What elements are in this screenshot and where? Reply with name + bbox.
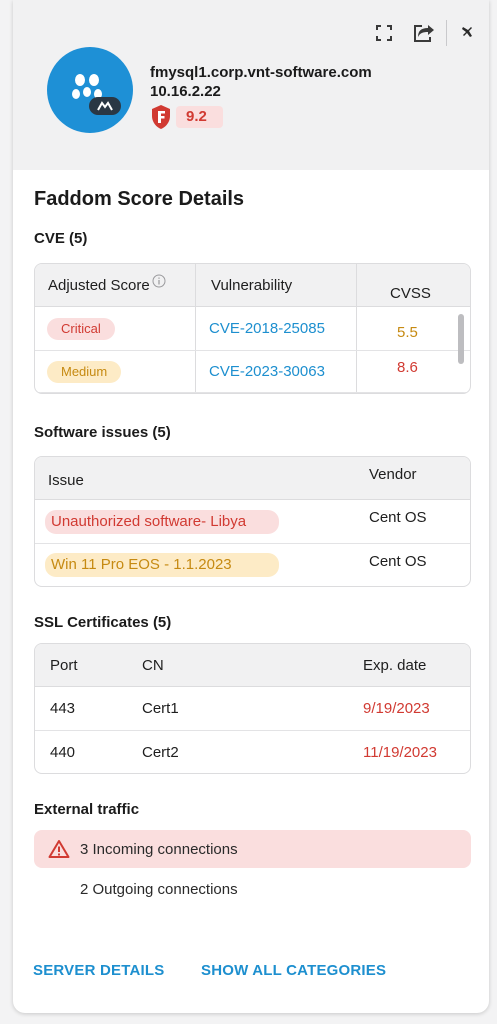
table-row[interactable]: 440 Cert2 11/19/2023 bbox=[35, 731, 470, 773]
ssl-title: SSL Certificates (5) bbox=[34, 614, 172, 631]
faddom-score: 9.2 bbox=[150, 104, 223, 130]
incoming-connections[interactable]: 3 Incoming connections bbox=[34, 830, 471, 868]
severity-badge: Critical bbox=[47, 317, 115, 340]
vulnerability-link[interactable]: CVE-2018-25085 bbox=[209, 307, 325, 350]
shield-f-icon bbox=[152, 105, 170, 129]
table-row[interactable]: 443 Cert1 9/19/2023 bbox=[35, 687, 470, 731]
info-icon[interactable] bbox=[152, 274, 166, 288]
col-cn[interactable]: CN bbox=[142, 644, 164, 686]
port-value: 443 bbox=[50, 700, 76, 717]
ssl-table: Port CN Exp. date 443 Cert1 9/19/2023 44… bbox=[34, 643, 471, 774]
traffic-title: External traffic bbox=[34, 801, 140, 818]
col-adjusted-score-label: Adjusted Score bbox=[48, 276, 150, 294]
ssl-table-header: Port CN Exp. date bbox=[35, 644, 470, 687]
server-details-link[interactable]: SERVER DETAILS bbox=[33, 962, 164, 979]
header-toolbar bbox=[364, 16, 489, 50]
cn-value: Cert1 bbox=[142, 700, 179, 717]
incoming-connections-label: 3 Incoming connections bbox=[80, 840, 238, 858]
server-avatar bbox=[47, 47, 133, 133]
table-row[interactable]: Unauthorized software- Libya Cent OS bbox=[35, 500, 470, 544]
port-value: 440 bbox=[50, 743, 76, 761]
table-row[interactable]: Win 11 Pro EOS - 1.1.2023 Cent OS bbox=[35, 544, 470, 586]
outgoing-connections[interactable]: 2 Outgoing connections bbox=[80, 881, 238, 898]
col-adjusted-score[interactable]: Adjusted Score bbox=[48, 264, 166, 306]
vulnerability-link[interactable]: CVE-2023-30063 bbox=[209, 351, 325, 392]
cve-table: Adjusted Score Vulnerability CVSS Critic… bbox=[34, 263, 471, 394]
vendor-value: Cent OS bbox=[369, 552, 427, 570]
table-row[interactable]: Medium CVE-2023-30063 8.6 bbox=[35, 351, 470, 393]
details-panel: fmysql1.corp.vnt-software.com 10.16.2.22… bbox=[13, 0, 489, 1013]
software-table: Issue Vendor Unauthorized software- Liby… bbox=[34, 456, 471, 587]
cvss-value: 8.6 bbox=[397, 359, 418, 376]
cve-title: CVE (5) bbox=[34, 230, 88, 247]
software-title: Software issues (5) bbox=[34, 424, 171, 441]
toolbar-divider bbox=[446, 20, 447, 46]
cve-table-header: Adjusted Score Vulnerability CVSS bbox=[35, 264, 470, 307]
col-issue[interactable]: Issue bbox=[48, 459, 84, 501]
exp-date-value: 11/19/2023 bbox=[363, 743, 437, 761]
col-vendor[interactable]: Vendor bbox=[369, 457, 417, 495]
software-table-header: Issue Vendor bbox=[35, 457, 470, 500]
table-row[interactable]: Critical CVE-2018-25085 5.5 bbox=[35, 307, 470, 351]
issue-badge: Unauthorized software- Libya bbox=[45, 509, 279, 534]
ip-address: 10.16.2.22 bbox=[150, 83, 221, 100]
issue-badge: Win 11 Pro EOS - 1.1.2023 bbox=[45, 553, 279, 577]
col-port[interactable]: Port bbox=[50, 644, 78, 686]
col-exp-date[interactable]: Exp. date bbox=[363, 644, 426, 686]
severity-badge: Medium bbox=[47, 360, 122, 383]
show-all-categories-link[interactable]: SHOW ALL CATEGORIES bbox=[201, 962, 386, 979]
pin-icon[interactable] bbox=[449, 16, 489, 50]
hostname: fmysql1.corp.vnt-software.com bbox=[150, 64, 372, 81]
score-value: 9.2 bbox=[176, 106, 223, 128]
warning-icon bbox=[48, 840, 70, 858]
server-badge-icon bbox=[89, 97, 121, 115]
page-title: Faddom Score Details bbox=[34, 188, 245, 210]
cve-scrollbar[interactable] bbox=[458, 314, 464, 364]
panel-header: fmysql1.corp.vnt-software.com 10.16.2.22… bbox=[13, 0, 489, 170]
exp-date-value: 9/19/2023 bbox=[363, 700, 430, 717]
vendor-value: Cent OS bbox=[369, 509, 427, 526]
expand-icon[interactable] bbox=[364, 16, 404, 50]
cn-value: Cert2 bbox=[142, 743, 179, 761]
col-vulnerability[interactable]: Vulnerability bbox=[211, 264, 292, 306]
share-icon[interactable] bbox=[404, 16, 444, 50]
